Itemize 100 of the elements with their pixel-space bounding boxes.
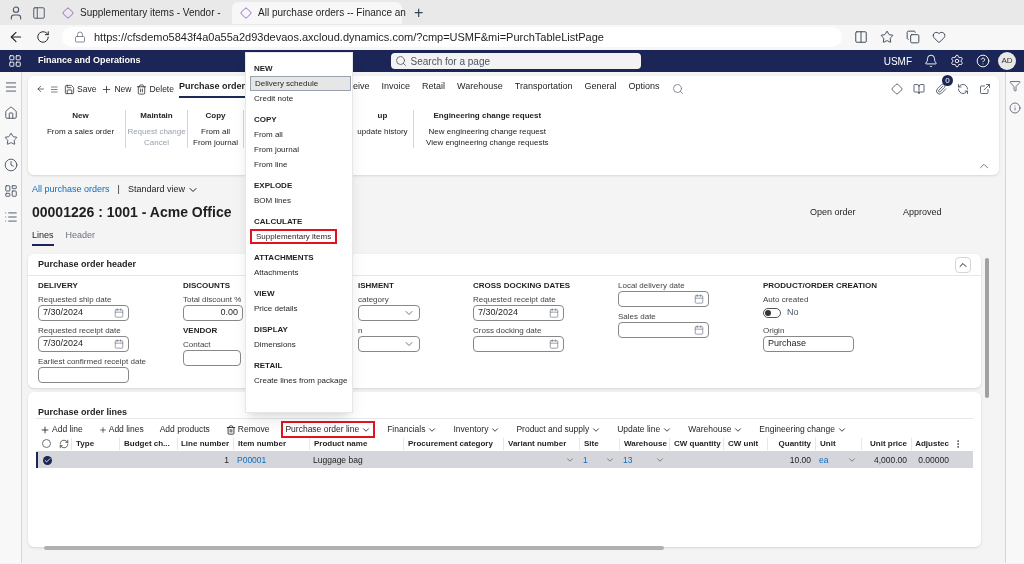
action-tab[interactable]: General [584, 80, 617, 98]
bell-icon[interactable] [924, 54, 938, 68]
toolbar-button[interactable]: Product and supply [512, 421, 606, 438]
collapse-button[interactable] [955, 256, 971, 273]
dropdown-field[interactable] [358, 305, 420, 321]
favorites-icon[interactable] [880, 30, 894, 44]
toolbar-button[interactable]: Warehouse [684, 421, 748, 438]
avatar[interactable]: AD [998, 52, 1016, 70]
view-selector[interactable]: Standard view [127, 183, 199, 197]
ribbon-command[interactable]: New engineering change request [428, 126, 546, 137]
toolbar-button[interactable]: Add lines [94, 421, 148, 438]
column-header[interactable]: Unit [820, 437, 836, 450]
open-window-icon[interactable] [979, 83, 991, 95]
star-icon[interactable] [3, 132, 18, 146]
vertical-scrollbar[interactable] [985, 258, 989, 398]
menu-item[interactable]: Supplementary items [250, 229, 338, 244]
ribbon-command[interactable]: From a sales order [46, 126, 115, 137]
column-header[interactable]: Item number [238, 437, 286, 450]
info-icon[interactable] [1009, 102, 1021, 114]
action-tab[interactable]: Retail [422, 80, 446, 98]
menu-item[interactable]: Dimensions [250, 337, 352, 352]
ribbon-command[interactable]: From all [201, 126, 230, 137]
menu-item[interactable]: Create lines from package [250, 373, 352, 388]
menu-item[interactable]: Attachments [250, 265, 352, 280]
search-icon[interactable] [671, 83, 684, 95]
toolbar-button[interactable]: Remove [221, 421, 274, 438]
refresh-icon[interactable] [58, 438, 69, 449]
column-header[interactable]: Unit price [870, 437, 907, 450]
column-header[interactable]: Budget ch... [124, 437, 170, 450]
column-header[interactable]: Warehouse [624, 437, 667, 450]
search-field[interactable]: Search for a page [390, 53, 641, 69]
column-header[interactable]: Line number [181, 437, 229, 450]
command-button[interactable]: Save [64, 82, 97, 96]
column-header[interactable]: CW unit [728, 437, 759, 450]
ribbon-command[interactable]: From journal [193, 137, 238, 148]
action-tab[interactable]: eive [353, 80, 370, 98]
date-field[interactable] [618, 291, 709, 307]
number-field[interactable]: 0.00 [183, 305, 243, 321]
toolbar-button[interactable]: Update line [613, 421, 677, 438]
row-checkbox[interactable] [42, 455, 52, 465]
column-header[interactable]: Product name [314, 437, 368, 450]
page-tab[interactable]: Lines [32, 228, 54, 246]
toolbar-button[interactable]: Financials [383, 421, 442, 438]
settings-icon[interactable] [950, 54, 964, 68]
diamond-icon[interactable] [891, 83, 903, 95]
toolbar-button[interactable]: Engineering change [755, 421, 851, 438]
menu-icon[interactable] [3, 80, 18, 94]
toolbar-button[interactable]: Inventory [449, 421, 505, 438]
home-icon[interactable] [3, 106, 18, 120]
column-header[interactable]: Quantity [778, 437, 811, 450]
chevron-down-icon[interactable] [565, 455, 575, 465]
action-tab[interactable]: Warehouse [457, 80, 503, 98]
action-tab[interactable]: Invoice [381, 80, 411, 98]
dashboard-icon[interactable] [3, 184, 18, 198]
ribbon-command[interactable]: View engineering change requests [426, 137, 549, 148]
toolbar-button[interactable]: Purchase order line [281, 421, 376, 438]
toggle-switch[interactable] [763, 308, 781, 318]
date-field[interactable] [618, 322, 709, 338]
column-header[interactable]: Adjustec [915, 437, 949, 450]
refresh-icon[interactable] [957, 83, 969, 95]
clock-icon[interactable] [3, 158, 18, 172]
column-header[interactable]: CW quantity [674, 437, 721, 450]
menu-icon[interactable] [50, 83, 59, 95]
dropdown-field[interactable] [358, 336, 420, 352]
menu-item[interactable]: Credit note [250, 91, 352, 106]
menu-item[interactable]: From line [250, 157, 352, 172]
table-row[interactable]: 1 P00001 Luggage bag 1 13 10.00 ea 4,000.00 0.00000 [36, 452, 973, 468]
tab-actions-icon[interactable] [32, 5, 46, 20]
column-header[interactable]: Variant number [508, 437, 567, 450]
menu-item[interactable]: BOM lines [250, 193, 352, 208]
back-icon[interactable] [8, 29, 24, 45]
address-field[interactable]: https://cfsdemo5843f4a0a55a2d93devaos.axcloud.dynamics.com/?cmp=USMF&mi=PurchTableListPage [62, 27, 842, 47]
menu-item[interactable]: Delivery schedule [250, 76, 352, 91]
split-screen-icon[interactable] [854, 30, 868, 44]
app-launcher-icon[interactable] [8, 54, 22, 68]
chevron-down-icon[interactable] [847, 455, 857, 465]
toolbar-button[interactable]: Add line [36, 421, 87, 438]
heart-icon[interactable] [932, 30, 946, 44]
menu-item[interactable]: From journal [250, 142, 352, 157]
refresh-icon[interactable] [36, 30, 50, 44]
ribbon-command[interactable]: update history [357, 126, 408, 137]
help-icon[interactable] [976, 54, 990, 68]
menu-item[interactable]: From all [250, 127, 352, 142]
filter-icon[interactable] [1009, 80, 1021, 92]
column-header[interactable]: Site [584, 437, 599, 450]
command-button[interactable]: New [101, 82, 132, 96]
company-label[interactable]: USMF [883, 53, 912, 69]
action-tab[interactable]: Transportation [514, 80, 573, 98]
chevron-down-icon[interactable] [605, 455, 615, 465]
command-button[interactable]: Delete [136, 82, 174, 96]
breadcrumb-link[interactable]: All purchase orders [32, 183, 110, 197]
chevron-down-icon[interactable] [655, 455, 665, 465]
toolbar-button[interactable]: Add products [155, 421, 214, 438]
date-field[interactable]: 7/30/2024 [38, 336, 129, 352]
browser-tab[interactable]: Supplementary items - Vendor - [54, 1, 224, 24]
action-tab[interactable]: Options [628, 80, 660, 98]
date-field[interactable] [473, 336, 564, 352]
new-tab-button[interactable]: + [414, 0, 424, 25]
attachment-icon[interactable] [935, 83, 947, 95]
collections-icon[interactable] [906, 30, 920, 44]
